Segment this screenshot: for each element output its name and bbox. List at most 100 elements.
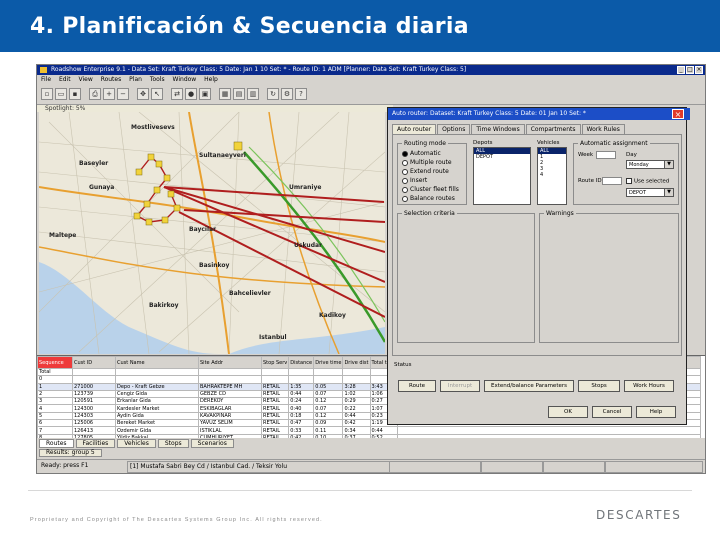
radio-balance[interactable]: Balance routes xyxy=(402,195,455,202)
menu-tools[interactable]: Tools xyxy=(150,76,165,83)
save-icon[interactable]: ▪ xyxy=(69,88,81,100)
col-stop-serv[interactable]: Stop Serv xyxy=(260,356,290,369)
pan-icon[interactable]: ✥ xyxy=(137,88,149,100)
table-cell xyxy=(342,367,371,377)
col-distance[interactable]: Distance xyxy=(288,356,315,369)
minimize-icon[interactable]: _ xyxy=(677,66,685,74)
menu-help[interactable]: Help xyxy=(204,76,218,83)
new-icon[interactable]: ▫ xyxy=(41,88,53,100)
table-row[interactable]: 7 126413 Ozdemir Gida ISTIKLAL RETAIL 0:33 0.1… xyxy=(37,426,702,435)
tab-stops[interactable]: Stops xyxy=(157,439,189,448)
menu-bar: File Edit View Routes Plan Tools Window … xyxy=(37,75,705,84)
chevron-down-icon: ▼ xyxy=(664,161,673,168)
zoom-in-icon[interactable]: + xyxy=(103,88,115,100)
stops-button[interactable]: Stops xyxy=(578,380,620,392)
table-cell: 124303 xyxy=(72,411,116,421)
stop-icon[interactable]: ● xyxy=(185,88,197,100)
depot-marker[interactable] xyxy=(233,141,243,151)
table-cell: 0:44 xyxy=(288,389,315,399)
radio-extend-route[interactable]: Extend route xyxy=(402,168,449,175)
map-view[interactable]: Mostlivesevs Sultanaeyveri Baseyler Guna… xyxy=(39,112,385,354)
radio-insert[interactable]: Insert xyxy=(402,177,427,184)
settings-icon[interactable]: ⚙ xyxy=(281,88,293,100)
use-selected-checkbox[interactable]: Use selected xyxy=(626,178,669,185)
radio-multiple-route[interactable]: Multiple route xyxy=(402,159,452,166)
app-title: Roadshow Enterprise 9.1 - Data Set: Kraf… xyxy=(51,66,467,73)
footer-divider xyxy=(28,490,692,491)
map-label: Maltepe xyxy=(49,232,77,239)
vehicles-list[interactable]: ALL 1 2 3 4 xyxy=(537,147,567,205)
table-cell: 125006 xyxy=(72,419,116,428)
work-hours-button[interactable]: Work Hours xyxy=(624,380,674,392)
help-button[interactable]: Help xyxy=(636,406,676,418)
map-label: Bakirkoy xyxy=(149,302,179,309)
radio-cluster[interactable]: Cluster fleet fills xyxy=(402,186,459,193)
tab-auto-router[interactable]: Auto router xyxy=(392,124,437,134)
tab-results[interactable]: Results: group 5 xyxy=(39,449,102,457)
tab-compartments[interactable]: Compartments xyxy=(525,124,581,134)
col-drive-dist[interactable]: Drive dist xyxy=(342,356,371,369)
depots-list[interactable]: ALL DEPOT xyxy=(473,147,531,205)
select-icon[interactable]: ↖ xyxy=(151,88,163,100)
table-icon[interactable]: ▤ xyxy=(233,88,245,100)
table-cell: 0:44 xyxy=(369,426,399,435)
tab-work-rules[interactable]: Work Rules xyxy=(581,124,625,134)
col-cust-id[interactable]: Cust ID xyxy=(72,356,116,369)
col-drive-time[interactable]: Drive time xyxy=(313,356,344,369)
help-icon[interactable]: ? xyxy=(295,88,307,100)
table-cell: GEBZE CD xyxy=(198,389,262,399)
menu-view[interactable]: View xyxy=(79,76,93,83)
day-select[interactable]: Monday ▼ xyxy=(626,160,674,169)
print-icon[interactable]: ⎙ xyxy=(89,88,101,100)
app-window: Roadshow Enterprise 9.1 - Data Set: Kraf… xyxy=(36,64,706,474)
maximize-icon[interactable]: □ xyxy=(686,66,694,74)
route-icon[interactable]: ⇄ xyxy=(171,88,183,100)
menu-file[interactable]: File xyxy=(41,76,51,83)
interrupt-button[interactable]: Interrupt xyxy=(440,380,480,392)
tab-routes[interactable]: Routes xyxy=(39,439,74,448)
col-sequence[interactable]: Sequence xyxy=(37,356,73,369)
table-cell: 1:35 xyxy=(288,382,315,391)
table-cell: 124300 xyxy=(72,404,116,413)
radio-automatic[interactable]: Automatic xyxy=(402,150,441,157)
dialog-panel: Routing mode Automatic Multiple route Ex… xyxy=(392,134,682,356)
col-site-addr[interactable]: Site Addr xyxy=(198,356,262,369)
menu-window[interactable]: Window xyxy=(173,76,197,83)
tab-scenarios[interactable]: Scenarios xyxy=(190,439,234,448)
selection-criteria-label: Selection criteria xyxy=(402,210,457,217)
set-select[interactable]: DEPOT ▼ xyxy=(626,188,674,197)
table-cell: Cengiz Gida xyxy=(115,389,199,399)
col-cust-name[interactable]: Cust Name xyxy=(115,356,199,369)
list-item[interactable]: 4 xyxy=(538,172,566,178)
menu-plan[interactable]: Plan xyxy=(129,76,142,83)
chart-icon[interactable]: ▥ xyxy=(247,88,259,100)
extend-parameters-button[interactable]: Extend/balance Parameters xyxy=(484,380,574,392)
truck-icon[interactable]: ▣ xyxy=(199,88,211,100)
map-label: Basinkoy xyxy=(199,262,230,269)
table-cell: 0.11 xyxy=(313,426,344,435)
table-cell: KAVAKPINAR xyxy=(198,411,262,421)
map-label: Sultanaeyveri xyxy=(199,152,246,159)
map-icon[interactable]: ▦ xyxy=(219,88,231,100)
tab-vehicles[interactable]: Vehicles xyxy=(117,439,156,448)
table-cell: 0 xyxy=(37,375,73,384)
ok-button[interactable]: OK xyxy=(548,406,588,418)
table-cell: DEREKOY xyxy=(198,397,262,406)
map-label: Baycilar xyxy=(189,226,217,233)
close-icon[interactable]: × xyxy=(695,66,703,74)
tab-time-windows[interactable]: Time Windows xyxy=(471,124,525,134)
menu-routes[interactable]: Routes xyxy=(101,76,122,83)
tab-options[interactable]: Options xyxy=(437,124,471,134)
route-button[interactable]: Route xyxy=(398,380,436,392)
table-cell: 1 xyxy=(37,382,73,391)
menu-edit[interactable]: Edit xyxy=(59,76,71,83)
tab-facilities[interactable]: Facilities xyxy=(75,439,116,448)
dialog-close-icon[interactable]: × xyxy=(672,109,684,119)
refresh-icon[interactable]: ↻ xyxy=(267,88,279,100)
list-item[interactable]: DEPOT xyxy=(474,154,530,160)
open-icon[interactable]: ▭ xyxy=(55,88,67,100)
zoom-out-icon[interactable]: − xyxy=(117,88,129,100)
cancel-button[interactable]: Cancel xyxy=(592,406,632,418)
week-input[interactable] xyxy=(596,151,616,159)
route-id-input[interactable] xyxy=(602,177,622,185)
